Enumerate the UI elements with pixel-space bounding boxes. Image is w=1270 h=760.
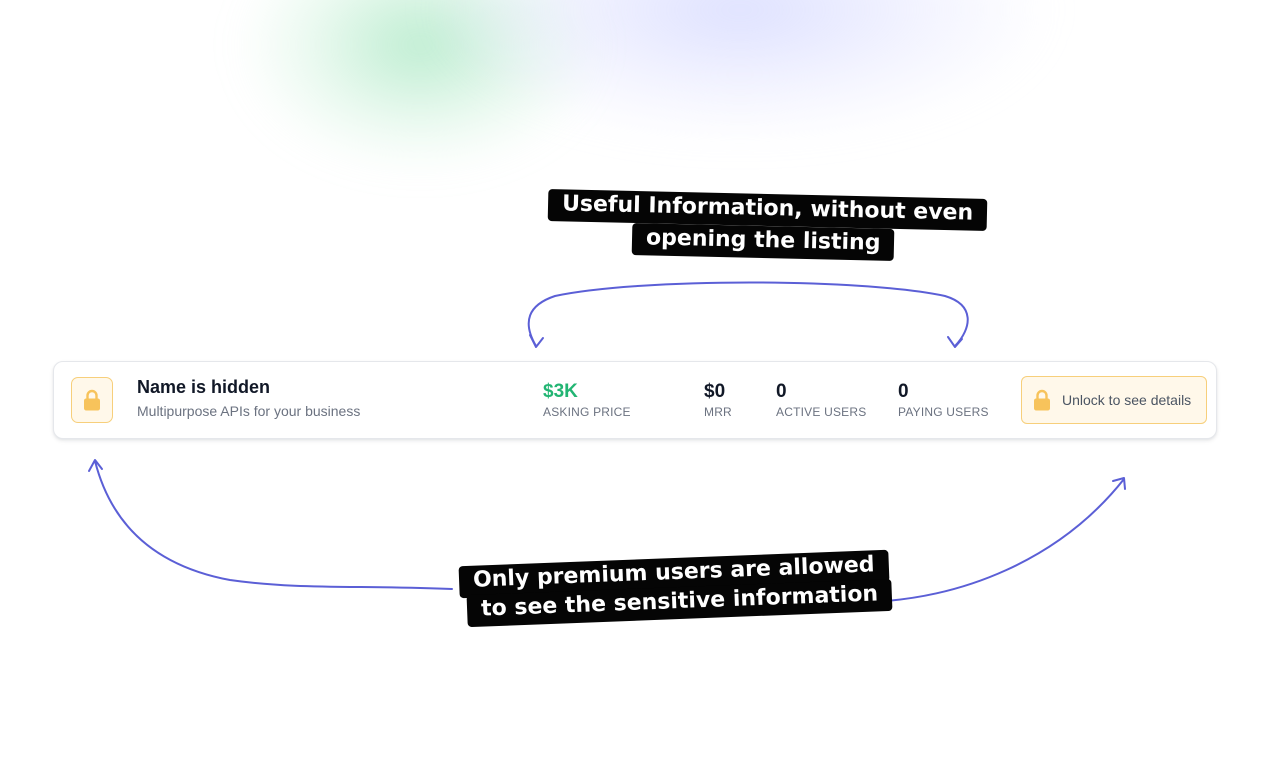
lock-icon [1034, 389, 1050, 411]
arrow-top-curve [527, 281, 969, 347]
metric-value: $0 [704, 381, 726, 402]
metric-label: MRR [704, 405, 732, 419]
metric-label: PAYING USERS [898, 405, 989, 419]
unlock-button[interactable]: Unlock to see details [1021, 376, 1207, 424]
arrow-bottom-right-head [1112, 477, 1126, 490]
arrow-bottom-left-curve [94, 460, 453, 590]
listing-card[interactable]: Name is hidden Multipurpose APIs for you… [53, 361, 1217, 439]
metric-label: ACTIVE USERS [776, 405, 867, 419]
arrow-top-right-head [947, 336, 963, 348]
metric-value: 0 [898, 381, 909, 402]
callout-top-line-1: Useful Information, without even [547, 189, 988, 231]
metric-paying-users: 0 PAYING USERS [898, 381, 989, 420]
metric-active-users: 0 ACTIVE USERS [776, 381, 866, 420]
listing-subtitle: Multipurpose APIs for your business [137, 403, 361, 419]
stage: Useful Information, without even opening… [0, 0, 1270, 760]
unlock-button-label: Unlock to see details [1062, 392, 1192, 408]
listing-lock-tile [71, 377, 113, 423]
listing-title: Name is hidden [137, 377, 271, 397]
metric-value: 0 [776, 381, 787, 402]
arrow-bottom-right-curve [864, 478, 1125, 603]
arrow-top-left-head [529, 334, 544, 348]
arrow-bottom-left-head [88, 459, 103, 472]
metric-mrr: $0 MRR [704, 381, 732, 420]
callout-top-line-2: opening the listing [631, 223, 895, 261]
metric-label: ASKING PRICE [543, 405, 631, 419]
metric-asking-price: $3K ASKING PRICE [543, 381, 631, 420]
lock-icon [84, 389, 100, 411]
metric-value: $3K [543, 381, 578, 402]
